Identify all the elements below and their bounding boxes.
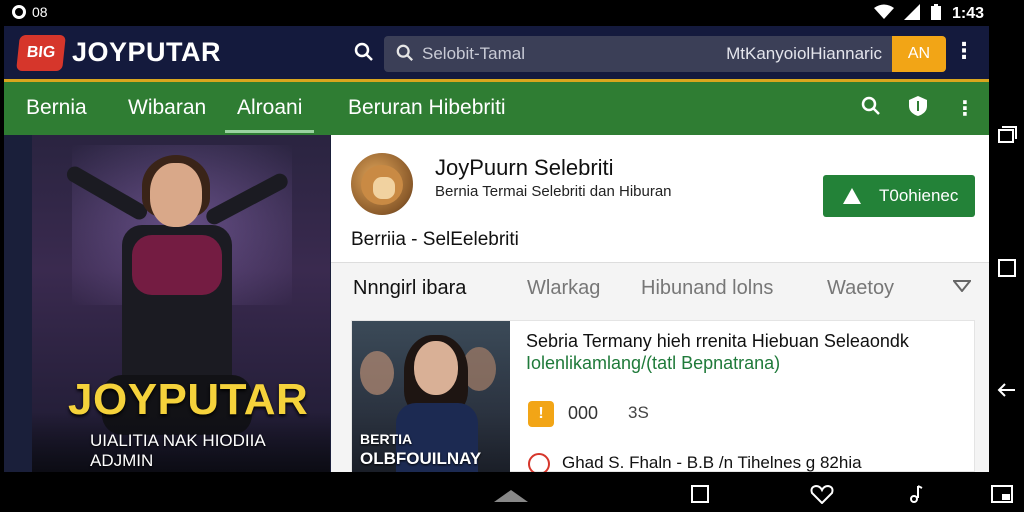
thumbnail-tag: BERTIA (360, 431, 413, 447)
warning-icon (843, 188, 861, 204)
tab-wlarkag[interactable]: Wlarkag (527, 277, 600, 300)
story-card[interactable]: BERTIA OLBFOUILNAY Sebria Termany hieh r… (351, 320, 975, 472)
nav-search-icon[interactable] (861, 96, 881, 122)
status-time: 1:43 (951, 4, 984, 22)
nav-item-alroani[interactable]: Alroani (224, 96, 315, 133)
status-right: 1:43 (873, 4, 984, 23)
top-header: BIG JOYPUTAR Selobit-Tamal MtKanyoiolHia… (4, 26, 989, 82)
hero-subtitle-2: ADJMIN (90, 451, 154, 470)
picture-in-picture-icon[interactable] (990, 484, 1014, 510)
nav-item-beruran-hibebriti[interactable]: Beruran Hibebriti (348, 96, 506, 120)
profile-category: Berriia - SelEelebriti (351, 229, 519, 250)
story-title[interactable]: Sebria Termany hieh rrenita Hiebuan Sele… (526, 331, 909, 352)
search-field-icon (396, 44, 414, 67)
wifi-icon (873, 4, 894, 23)
home-icon[interactable] (492, 484, 530, 510)
status-bar: 08 1:43 (0, 0, 1024, 26)
nav-item-wibaran[interactable]: Wibaran (128, 96, 206, 120)
more-menu-icon[interactable]: ⋮ (953, 40, 975, 62)
author-icon (528, 453, 550, 472)
account-button[interactable]: AN (892, 36, 946, 72)
nav-more-icon[interactable]: ⋮ (955, 96, 975, 122)
brand-title[interactable]: JOYPUTAR (72, 37, 221, 68)
profile-subtitle: Bernia Termai Selebriti dan Hiburan (435, 183, 672, 200)
avatar[interactable] (349, 151, 415, 217)
tabs-more-icon[interactable] (951, 279, 973, 297)
thumbnail-caption: OLBFOUILNAY (360, 449, 482, 468)
content-tabs: Nnngirl ibara Wlarkag Hibunand lolns Wae… (331, 262, 989, 312)
status-left-text: 08 (32, 4, 48, 20)
app-window: BIG JOYPUTAR Selobit-Tamal MtKanyoiolHia… (4, 26, 989, 472)
content-panel: JoyPuurn Selebriti Bernia Termai Selebri… (331, 135, 989, 472)
heart-icon[interactable] (810, 484, 834, 510)
square-icon[interactable] (690, 484, 710, 510)
search-icon[interactable] (354, 42, 374, 67)
device-screen: 08 1:43 BIG JOYPUTAR Selobit-Tamal MtKan… (0, 0, 1024, 512)
battery-icon (930, 4, 942, 23)
tab-nnngirl-ibara[interactable]: Nnngirl ibara (353, 277, 466, 300)
hero-title: JOYPUTAR (68, 375, 309, 424)
status-left: 08 (12, 4, 48, 20)
music-icon[interactable] (906, 484, 926, 510)
nav-item-bernia[interactable]: Bernia (26, 96, 87, 120)
search-bar[interactable]: Selobit-Tamal MtKanyoiolHiannaric AN (384, 36, 946, 72)
follow-button[interactable]: T0ohienec (823, 175, 975, 217)
hero-subtitle-1: UIALITIA NAK HIODIIA (90, 431, 266, 450)
tab-hibunand-lolns[interactable]: Hibunand lolns (641, 277, 773, 300)
profile-name: JoyPuurn Selebriti (435, 155, 614, 180)
alert-icon: ! (528, 401, 554, 427)
overview-icon[interactable] (997, 258, 1017, 284)
story-count: 000 (568, 403, 599, 423)
profile-card: JoyPuurn Selebriti Bernia Termai Selebri… (331, 135, 989, 262)
signal-icon (903, 4, 920, 23)
notification-icon (12, 5, 26, 19)
system-side-bar (989, 26, 1024, 472)
nav-actions: ⋮ (861, 96, 975, 122)
category-nav: Bernia Wibaran Alroani Beruran Hibebriti… (4, 82, 989, 135)
shield-icon[interactable] (909, 96, 927, 122)
story-link[interactable]: Iolenlikamlang/(tatl Bepnatrana) (526, 353, 780, 374)
story-count-secondary: 3S (628, 403, 649, 422)
system-nav-bar (0, 472, 1024, 512)
search-extra-text: MtKanyoiolHiannaric (726, 44, 882, 63)
story-author: Ghad S. Fhaln - B.B /n Tihelnes g 82hia (562, 453, 862, 472)
back-icon[interactable] (997, 380, 1017, 406)
app-logo[interactable]: BIG (16, 35, 66, 71)
tab-waetoy[interactable]: Waetoy (827, 277, 894, 300)
follow-button-label: T0ohienec (879, 186, 959, 205)
story-thumbnail[interactable]: BERTIA OLBFOUILNAY (352, 321, 510, 472)
search-input[interactable]: Selobit-Tamal (422, 44, 525, 64)
hero-banner[interactable]: JOYPUTAR UIALITIA NAK HIODIIA ADJMIN (32, 135, 330, 472)
recents-stack-icon[interactable] (997, 124, 1017, 150)
